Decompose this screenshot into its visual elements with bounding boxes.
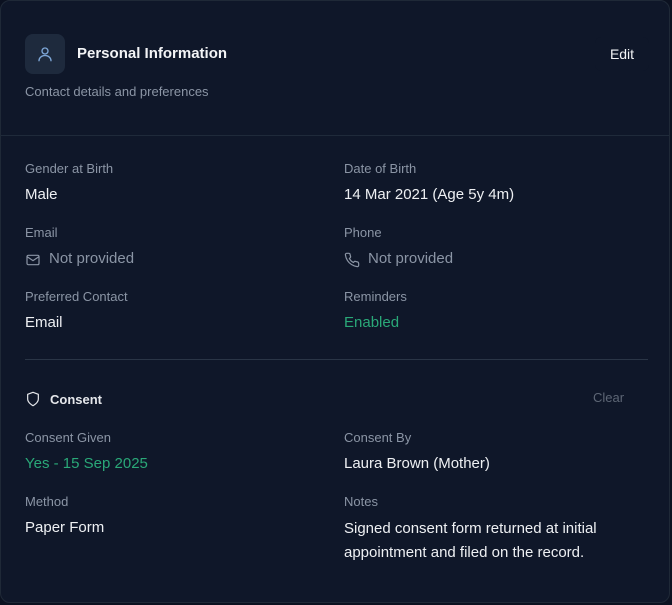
gender-label: Gender at Birth (25, 161, 114, 176)
notes-value: Signed consent form returned at initial … (344, 520, 597, 561)
phone-value: Not provided (368, 250, 454, 267)
email-value: Not provided (49, 250, 135, 267)
dob-value: 14 Mar 2021 (Age 5y 4m) (344, 186, 515, 203)
method-value: Paper Form (25, 519, 105, 536)
clear-consent-button[interactable]: Clear (593, 390, 624, 405)
consent-title: Consent (50, 391, 102, 407)
email-label: Email (25, 225, 58, 240)
card-subtitle: Contact details and preferences (25, 84, 209, 99)
card-header: Personal Information Contact details and… (1, 1, 669, 136)
consent-given-value: Yes - 15 Sep 2025 (25, 455, 148, 472)
consent-given-label: Consent Given (25, 430, 111, 445)
card-title: Personal Information (77, 45, 228, 62)
edit-button[interactable]: Edit (595, 37, 649, 71)
phone-icon (344, 252, 360, 268)
preferred-contact-value: Email (25, 314, 63, 331)
dob-label: Date of Birth (344, 161, 417, 176)
consent-header: Consent (25, 391, 102, 407)
preferred-contact-label: Preferred Contact (25, 289, 128, 304)
mail-icon (25, 252, 41, 268)
personal-information-card: Personal Information Contact details and… (0, 0, 670, 603)
notes-label: Notes (344, 494, 378, 509)
shield-icon (25, 391, 41, 407)
consent-by-value: Laura Brown (Mother) (344, 455, 490, 472)
method-label: Method (25, 494, 69, 509)
gender-value: Male (25, 186, 58, 203)
consent-by-label: Consent By (344, 430, 412, 445)
phone-label: Phone (344, 225, 382, 240)
reminders-label: Reminders (344, 289, 407, 304)
reminders-value: Enabled (344, 314, 400, 331)
user-icon (25, 34, 65, 74)
section-divider (25, 359, 648, 360)
